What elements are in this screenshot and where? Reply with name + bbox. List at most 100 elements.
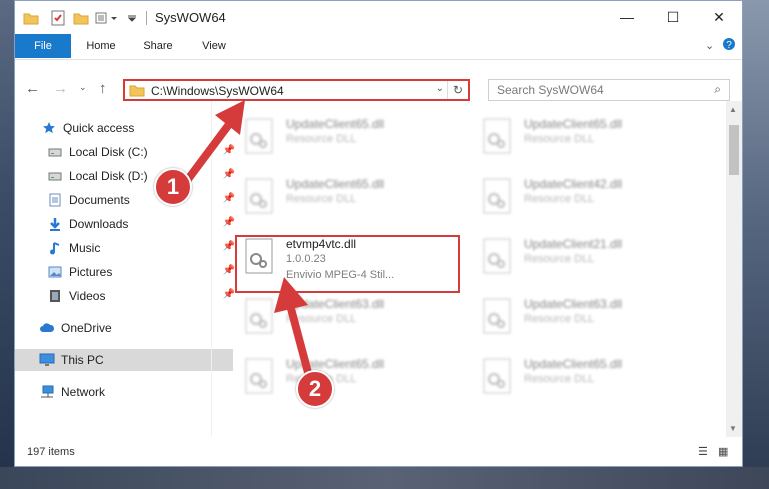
- tab-view[interactable]: View: [191, 34, 237, 58]
- details-view-icon[interactable]: ☰: [698, 445, 712, 459]
- file-description: Resource DLL: [524, 133, 595, 145]
- pictures-icon: [47, 264, 63, 280]
- file-item[interactable]: UpdateClient65.dll Resource DLL: [236, 349, 456, 401]
- status-bar: 197 items ☰ ▦: [15, 441, 742, 465]
- network-icon: [39, 384, 55, 400]
- sidebar-item-label: Quick access: [63, 121, 135, 135]
- scrollbar-thumb[interactable]: [729, 125, 739, 175]
- tab-home[interactable]: Home: [77, 34, 125, 58]
- close-button[interactable]: ✕: [696, 1, 742, 33]
- highlight-box: [235, 235, 460, 293]
- desktop-background-right: [743, 0, 769, 489]
- sidebar-item-label: This PC: [61, 353, 104, 367]
- file-item[interactable]: UpdateClient65.dll Resource DLL: [236, 109, 456, 161]
- customize-toolbar-icon[interactable]: [95, 9, 121, 27]
- quick-access-dropdown-icon[interactable]: [127, 9, 137, 27]
- file-description: Resource DLL: [524, 313, 595, 325]
- address-row: ← → ⌄ ↑ C:\Windows\SysWOW64 ⌄ ↻ Search S…: [15, 60, 742, 101]
- chevron-down-icon[interactable]: ⌄: [705, 39, 714, 52]
- forward-arrow-icon[interactable]: →: [53, 80, 68, 97]
- maximize-button[interactable]: ☐: [650, 1, 696, 33]
- search-placeholder: Search SysWOW64: [497, 83, 604, 97]
- properties-icon[interactable]: [51, 9, 65, 27]
- title-separator: [146, 11, 147, 25]
- file-description: Resource DLL: [286, 193, 357, 205]
- vertical-scrollbar[interactable]: ▲ ▼: [726, 101, 742, 437]
- sidebar-item-label: OneDrive: [61, 321, 112, 335]
- file-explorer-window: SysWOW64 — ☐ ✕ File Home Share View ⌄ ? …: [14, 0, 743, 467]
- file-name: UpdateClient65.dll: [524, 357, 623, 371]
- file-item[interactable]: UpdateClient63.dll Resource DLL: [236, 289, 456, 341]
- back-arrow-icon[interactable]: ←: [25, 80, 40, 97]
- file-item[interactable]: UpdateClient65.dll Resource DLL: [236, 169, 456, 221]
- sidebar-item-onedrive[interactable]: OneDrive: [15, 317, 233, 339]
- star-icon: [41, 120, 57, 136]
- step2-badge: 2: [296, 370, 334, 408]
- address-dropdown-icon[interactable]: ⌄: [436, 83, 444, 94]
- step1-badge: 1: [154, 168, 192, 206]
- sidebar-item-this-pc[interactable]: This PC: [15, 349, 233, 371]
- file-item[interactable]: UpdateClient63.dll Resource DLL: [474, 289, 694, 341]
- file-description: Resource DLL: [286, 133, 357, 145]
- new-folder-icon[interactable]: [73, 9, 89, 27]
- drive-icon: [47, 168, 63, 184]
- dll-file-icon: [483, 238, 511, 274]
- music-icon: [47, 240, 63, 256]
- file-description: Resource DLL: [524, 193, 595, 205]
- file-item[interactable]: UpdateClient42.dll Resource DLL: [474, 169, 694, 221]
- file-name: UpdateClient42.dll: [524, 177, 623, 191]
- svg-text:?: ?: [726, 40, 732, 51]
- window-title: SysWOW64: [155, 10, 226, 25]
- downloads-icon: [47, 216, 63, 232]
- scroll-down-icon[interactable]: ▼: [729, 424, 737, 433]
- file-name: UpdateClient21.dll: [524, 237, 623, 251]
- minimize-button[interactable]: —: [604, 1, 650, 33]
- help-icon[interactable]: ?: [722, 37, 736, 54]
- item-count: 197 items: [27, 446, 75, 458]
- file-item[interactable]: UpdateClient65.dll Resource DLL: [474, 349, 694, 401]
- recent-locations-icon[interactable]: ⌄: [79, 82, 87, 93]
- file-item[interactable]: UpdateClient65.dll Resource DLL: [474, 109, 694, 161]
- title-bar: SysWOW64 — ☐ ✕: [15, 1, 742, 34]
- sidebar-item-pictures[interactable]: Pictures 📌: [15, 261, 241, 283]
- desktop-background-left: [0, 0, 14, 489]
- scroll-up-icon[interactable]: ▲: [729, 105, 737, 114]
- sidebar-item-label: Network: [61, 385, 106, 399]
- sidebar-item-label: Pictures: [69, 265, 113, 279]
- tab-file[interactable]: File: [15, 34, 71, 58]
- dll-file-icon: [483, 178, 511, 214]
- file-description: Resource DLL: [524, 373, 595, 385]
- up-arrow-icon[interactable]: ↑: [99, 80, 107, 97]
- sidebar-item-videos[interactable]: Videos 📌: [15, 285, 241, 307]
- refresh-icon[interactable]: ↻: [447, 81, 468, 99]
- sidebar-item-label: Music: [69, 241, 101, 255]
- sidebar-item-label: Local Disk (C:): [69, 145, 148, 159]
- sidebar-item-label: Videos: [69, 289, 106, 303]
- file-name: UpdateClient65.dll: [286, 177, 385, 191]
- search-input[interactable]: Search SysWOW64 ⌕: [488, 79, 730, 101]
- file-name: UpdateClient65.dll: [524, 117, 623, 131]
- desktop-background-bottom: [0, 467, 769, 489]
- file-item[interactable]: UpdateClient21.dll Resource DLL: [474, 229, 694, 281]
- dll-file-icon: [483, 118, 511, 154]
- folder-icon: [129, 83, 145, 100]
- dll-file-icon: [483, 358, 511, 394]
- documents-icon: [47, 192, 63, 208]
- large-icons-view-icon[interactable]: ▦: [718, 445, 732, 459]
- folder-icon: [23, 9, 39, 27]
- sidebar-item-music[interactable]: Music 📌: [15, 237, 241, 259]
- sidebar-item-downloads[interactable]: Downloads 📌: [15, 213, 241, 235]
- file-name: UpdateClient63.dll: [524, 297, 623, 311]
- cloud-icon: [39, 320, 55, 336]
- sidebar-item-network[interactable]: Network: [15, 381, 233, 403]
- file-name: UpdateClient65.dll: [286, 117, 385, 131]
- search-icon[interactable]: ⌕: [714, 82, 721, 97]
- computer-icon: [39, 352, 55, 368]
- drive-icon: [47, 144, 63, 160]
- sidebar-item-label: Documents: [69, 193, 130, 207]
- tab-share[interactable]: Share: [135, 34, 181, 58]
- videos-icon: [47, 288, 63, 304]
- ribbon-tabs: File Home Share View ⌄ ?: [15, 34, 742, 60]
- file-description: Resource DLL: [524, 253, 595, 265]
- sidebar-item-label: Local Disk (D:): [69, 169, 148, 183]
